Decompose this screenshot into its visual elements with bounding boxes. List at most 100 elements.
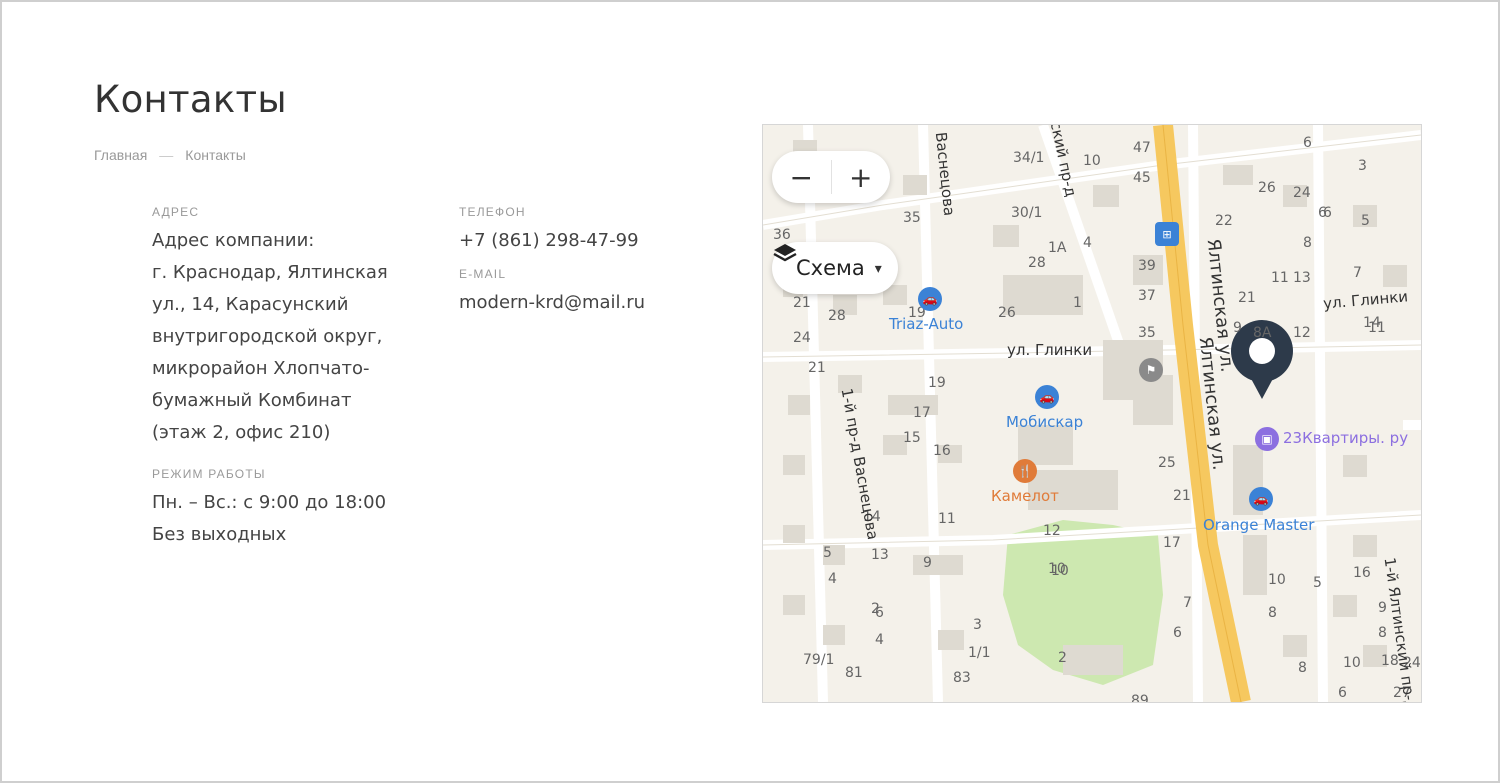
house-number: 79/1 xyxy=(803,652,835,668)
car-service-icon[interactable]: 🚗 xyxy=(1249,487,1273,511)
house-number: 5 xyxy=(1313,575,1322,591)
house-number: 10 xyxy=(1268,572,1286,588)
house-number: 28 xyxy=(1028,255,1046,271)
house-number: 35 xyxy=(903,210,921,226)
car-service-icon[interactable]: 🚗 xyxy=(1035,385,1059,409)
house-number: 8 xyxy=(1303,235,1312,251)
zoom-out-button[interactable]: − xyxy=(772,151,831,203)
house-number: 5 xyxy=(1361,213,1370,229)
house-number: 37 xyxy=(1138,288,1156,304)
house-number: 35 xyxy=(1138,325,1156,341)
address-line: (этаж 2, офис 210) xyxy=(152,422,331,443)
landmark-icon[interactable]: ⚑ xyxy=(1139,358,1163,382)
house-number: 13 xyxy=(1293,270,1311,286)
house-number: 6 xyxy=(1303,135,1312,151)
breadcrumb-home-link[interactable]: Главная xyxy=(94,147,147,163)
house-number: 19 xyxy=(928,375,946,391)
address-line: бумажный Комбинат xyxy=(152,390,352,411)
house-number: 10 xyxy=(1343,655,1361,671)
house-number: 9 xyxy=(1233,320,1242,336)
email-link[interactable]: modern-krd@mail.ru xyxy=(459,292,645,313)
house-number: 45 xyxy=(1133,170,1151,186)
house-number: 3 xyxy=(1358,158,1367,174)
house-number: 11 xyxy=(1271,270,1289,286)
house-number: 7 xyxy=(1183,595,1192,611)
house-number: 10 xyxy=(1083,153,1101,169)
briefcase-icon[interactable]: ▣ xyxy=(1255,427,1279,451)
house-number: 11 xyxy=(938,511,956,527)
house-number: 10 xyxy=(1051,563,1069,579)
address-label: Адрес xyxy=(152,205,200,219)
breadcrumb-separator: — xyxy=(159,147,174,163)
house-number: 39 xyxy=(1138,258,1156,274)
phone-label: Телефон xyxy=(459,205,526,219)
house-number: 17 xyxy=(913,405,931,421)
house-number: 8 xyxy=(1268,605,1277,621)
house-number: 21 xyxy=(808,360,826,376)
poi-kamelot[interactable]: Камелот xyxy=(991,487,1059,505)
house-number: 21 xyxy=(793,295,811,311)
house-number: 7 xyxy=(1353,265,1362,281)
phone-link[interactable]: +7 (861) 298-47-99 xyxy=(459,230,639,251)
house-number: 6 xyxy=(1338,685,1347,701)
house-number: 8А xyxy=(1253,325,1272,341)
house-number: 30/1 xyxy=(1011,205,1043,221)
address-line: Адрес компании: xyxy=(152,230,315,251)
house-number: 9 xyxy=(1378,600,1387,616)
address-line: внутригородской округ, xyxy=(152,326,383,347)
layer-label: Схема xyxy=(796,256,865,280)
breadcrumb: Главная — Контакты xyxy=(94,147,246,163)
house-number: 25 xyxy=(1158,455,1176,471)
house-number: 4 xyxy=(1083,235,1092,251)
address-line: ул., 14, Карасунский xyxy=(152,294,349,315)
house-number: 4 xyxy=(828,571,837,587)
house-number: 28 xyxy=(828,308,846,324)
address-value: Адрес компании: г. Краснодар, Ялтинская … xyxy=(152,225,412,449)
house-number: 16 xyxy=(1353,565,1371,581)
chevron-down-icon: ▾ xyxy=(874,259,882,276)
house-number: 1 xyxy=(1073,295,1082,311)
house-number: 21 xyxy=(1173,488,1191,504)
house-number: 36 xyxy=(773,227,791,243)
bus-stop-icon[interactable]: ⊞ xyxy=(1155,222,1179,246)
hours-line: Пн. – Вс.: с 9:00 до 18:00 xyxy=(152,492,387,513)
poi-orange-master[interactable]: Orange Master xyxy=(1203,516,1314,534)
house-number: 13 xyxy=(871,547,889,563)
poi-mobiskar[interactable]: Мобискар xyxy=(1006,413,1083,431)
house-number: 22 xyxy=(1215,213,1233,229)
house-number: 5 xyxy=(823,545,832,561)
map-zoom-control: − + xyxy=(772,151,890,203)
map-layer-button[interactable]: Схема ▾ xyxy=(772,242,898,294)
map-widget[interactable]: 34/1 10 47 6 3 45 24 26 35 30/1 6 22 5 6 36 1А 4 39 8 28 37 1… xyxy=(762,124,1422,703)
house-number: 47 xyxy=(1133,140,1151,156)
poi-23kvartiry[interactable]: 23Квартиры. ру xyxy=(1283,429,1408,447)
house-number: 8 xyxy=(1298,660,1307,676)
poi-triaz-auto[interactable]: Triaz-Auto xyxy=(889,315,963,333)
hours-label: Режим работы xyxy=(152,467,266,481)
street-label-glinki-left: ул. Глинки xyxy=(1007,341,1093,359)
house-number: 1А xyxy=(1048,240,1067,256)
house-number: 83 xyxy=(953,670,971,686)
house-number: 8 xyxy=(1378,625,1387,641)
house-number: 16 xyxy=(933,443,951,459)
house-number: 6 xyxy=(1318,205,1327,221)
email-label: E-mail xyxy=(459,267,507,281)
house-number: 4 xyxy=(875,632,884,648)
restaurant-icon[interactable]: 🍴 xyxy=(1013,459,1037,483)
car-service-icon[interactable]: 🚗 xyxy=(918,287,942,311)
house-number: 2 xyxy=(1058,650,1067,666)
house-number: 3 xyxy=(973,617,982,633)
house-number: 12 xyxy=(1293,325,1311,341)
address-column: Адрес Адрес компании: г. Краснодар, Ялти… xyxy=(152,205,412,551)
house-number: 12 xyxy=(1043,523,1061,539)
house-number: 9 xyxy=(923,555,932,571)
house-number: 11 xyxy=(1368,320,1386,336)
phone-email-column: Телефон +7 (861) 298-47-99 E-mail modern… xyxy=(459,205,719,319)
page-title: Контакты xyxy=(94,78,287,121)
house-number: 26 xyxy=(1258,180,1276,196)
zoom-in-button[interactable]: + xyxy=(831,151,890,203)
house-number: 21 xyxy=(1238,290,1256,306)
house-number: 34/1 xyxy=(1013,150,1045,166)
house-number: 26 xyxy=(998,305,1016,321)
house-number: 6 xyxy=(1173,625,1182,641)
